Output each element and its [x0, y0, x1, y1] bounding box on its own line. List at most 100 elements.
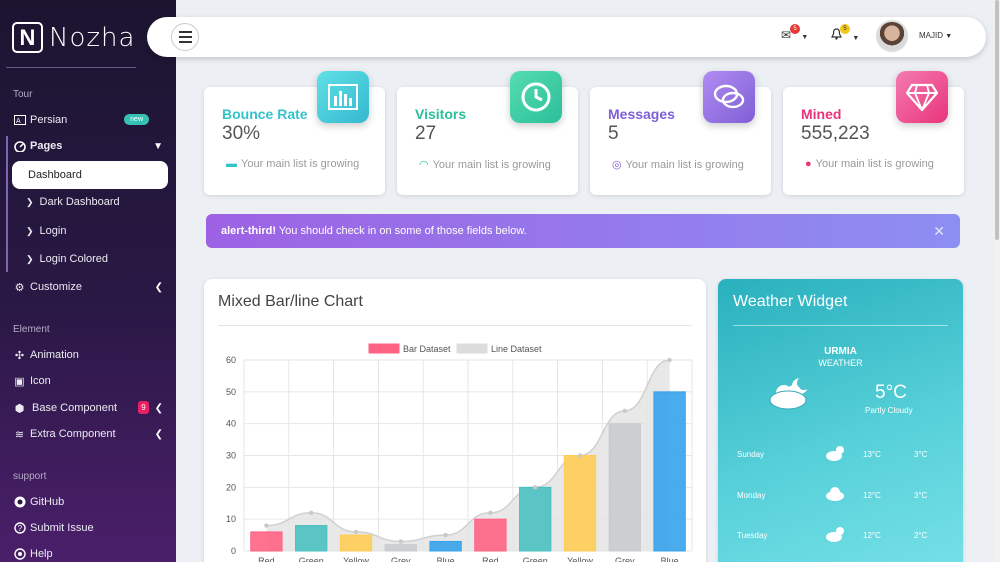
- sidebar-item-label: Help: [30, 548, 53, 560]
- current-temperature: 5°C: [875, 382, 907, 403]
- y-tick-label: 60: [226, 355, 236, 365]
- notifications-dropdown[interactable]: 5 ▼: [831, 24, 859, 43]
- section-element: Element: [13, 324, 50, 335]
- bar: [519, 486, 552, 552]
- wallet-icon: ▬: [226, 158, 237, 170]
- line-point: [622, 408, 627, 414]
- section-support: support: [13, 471, 47, 482]
- close-icon[interactable]: ✕: [933, 214, 945, 248]
- card-footer: ◎ Your main list is growing: [612, 158, 744, 171]
- line-point: [309, 510, 314, 515]
- sidebar-item-label: Dark Dashboard: [39, 196, 120, 208]
- sidebar-item-base-component[interactable]: ⬢ Base Component 9 ❮: [13, 399, 169, 417]
- mail-dropdown[interactable]: ✉ 5 ▼: [781, 24, 808, 42]
- dashboard-icon: [13, 140, 26, 153]
- x-tick-label: Red: [482, 556, 499, 562]
- card-footer-text: Your main list is growing: [241, 158, 360, 170]
- bar-chart-icon: [317, 71, 369, 123]
- weather-condition: Partly Cloudy: [865, 406, 913, 415]
- card-value: 5: [608, 123, 619, 144]
- card-title: Visitors: [415, 106, 467, 122]
- line-point: [443, 532, 448, 538]
- y-tick-label: 0: [231, 546, 236, 556]
- svg-text:A: A: [16, 118, 21, 125]
- sidebar: N Nozha Tour A Persian new Pages ▼ Dashb…: [0, 0, 176, 562]
- sidebar-item-label: Persian: [30, 114, 68, 126]
- bar: [474, 518, 507, 552]
- alert-strong: alert-third!: [221, 225, 276, 237]
- page-scrollbar[interactable]: [994, 0, 1000, 562]
- svg-text:?: ?: [17, 524, 22, 533]
- mixed-bar-line-chart: 0 10 20 30 40 50 60 Red Green Yellow Grey Blue Red Gr…: [226, 343, 693, 562]
- sidebar-item-label: Extra Component: [30, 428, 116, 440]
- chevron-right-icon: ❯: [26, 225, 34, 236]
- line-point: [353, 529, 359, 535]
- forecast-high: 13°C: [863, 450, 881, 459]
- language-icon: A: [13, 114, 26, 127]
- alert-text: You should check in on some of those fie…: [278, 225, 527, 237]
- sidebar-item-persian[interactable]: A Persian new: [13, 111, 169, 129]
- chat-icon: [703, 71, 755, 123]
- forecast-high: 12°C: [863, 531, 881, 540]
- sidebar-item-label: Login: [39, 225, 67, 237]
- forecast-low: 2°C: [914, 531, 928, 540]
- card-footer-text: Your main list is growing: [432, 159, 551, 171]
- forecast-day: Sunday: [737, 450, 765, 459]
- legend-label: Bar Dataset: [403, 344, 451, 354]
- bar: [429, 540, 462, 552]
- x-tick-label: Green: [299, 556, 324, 562]
- sidebar-subitem-login-colored[interactable]: ❯ Login Colored: [26, 253, 108, 265]
- sidebar-item-customize[interactable]: ⚙ Customize ❮: [13, 278, 169, 296]
- sun-cloud-icon: [825, 525, 847, 545]
- sidebar-item-animation[interactable]: ✣ Animation: [13, 346, 169, 364]
- chevron-left-icon: ❮: [154, 402, 163, 414]
- question-circle-icon: ?: [13, 522, 26, 535]
- y-tick-label: 10: [226, 514, 236, 524]
- sidebar-item-label: GitHub: [30, 496, 65, 508]
- bar: [608, 423, 641, 552]
- card-footer-text: Your main list is growing: [815, 158, 934, 170]
- sidebar-item-submit-issue[interactable]: ? Submit Issue: [13, 519, 169, 537]
- user-name: MAJID: [919, 31, 943, 40]
- count-badge: 9: [138, 401, 149, 414]
- forecast-day: Tuesday: [737, 531, 768, 540]
- sidebar-item-dashboard[interactable]: Dashboard: [12, 161, 168, 189]
- y-tick-label: 20: [226, 482, 236, 492]
- mixed-chart-card: Mixed Bar/line Chart 0 10 20 30 40 50 60 Red Gre…: [204, 279, 706, 562]
- sidebar-subitem-dark-dashboard[interactable]: ❯ Dark Dashboard: [26, 196, 120, 208]
- sidebar-item-extra-component[interactable]: ≋ Extra Component ❮: [13, 425, 169, 443]
- x-tick-label: Grey: [391, 556, 411, 562]
- sidebar-item-label: Base Component: [32, 402, 117, 414]
- stat-card-messages: Messages 5 ◎ Your main list is growing: [590, 71, 771, 195]
- diamond-icon: [896, 71, 948, 123]
- line-point: [398, 539, 403, 544]
- sidebar-item-icon[interactable]: ▣ Icon: [13, 372, 169, 390]
- sidebar-subitem-login[interactable]: ❯ Login: [26, 225, 66, 237]
- chevron-down-icon: ▼: [153, 140, 163, 152]
- line-point: [264, 523, 269, 528]
- bar: [295, 525, 328, 552]
- brand-name: Nozha: [49, 22, 136, 53]
- github-icon: [13, 496, 26, 509]
- sidebar-item-pages[interactable]: Pages ▼: [13, 137, 169, 155]
- bitcoin-icon: ●: [805, 158, 812, 170]
- y-tick-label: 30: [226, 451, 236, 461]
- bar: [339, 534, 373, 552]
- sidebar-item-help[interactable]: Help: [13, 545, 169, 562]
- sidebar-item-github[interactable]: GitHub: [13, 493, 169, 511]
- legend-swatch: [368, 343, 400, 354]
- brand-logo[interactable]: N Nozha: [12, 22, 135, 53]
- gear-icon: ⚙: [14, 281, 25, 294]
- line-point: [533, 485, 538, 490]
- card-title: Mined: [801, 106, 842, 122]
- user-menu[interactable]: MAJID ▼: [919, 31, 952, 40]
- card-title: Bounce Rate: [222, 106, 308, 122]
- divider: [6, 67, 136, 68]
- help-circle-icon: [13, 548, 26, 561]
- sun-cloud-icon: [825, 444, 847, 464]
- x-tick-label: Yellow: [343, 556, 369, 562]
- user-avatar[interactable]: [876, 20, 908, 52]
- notification-count-badge: 5: [840, 24, 850, 34]
- hamburger-menu-icon[interactable]: [171, 23, 199, 51]
- scrollbar-thumb[interactable]: [995, 0, 999, 240]
